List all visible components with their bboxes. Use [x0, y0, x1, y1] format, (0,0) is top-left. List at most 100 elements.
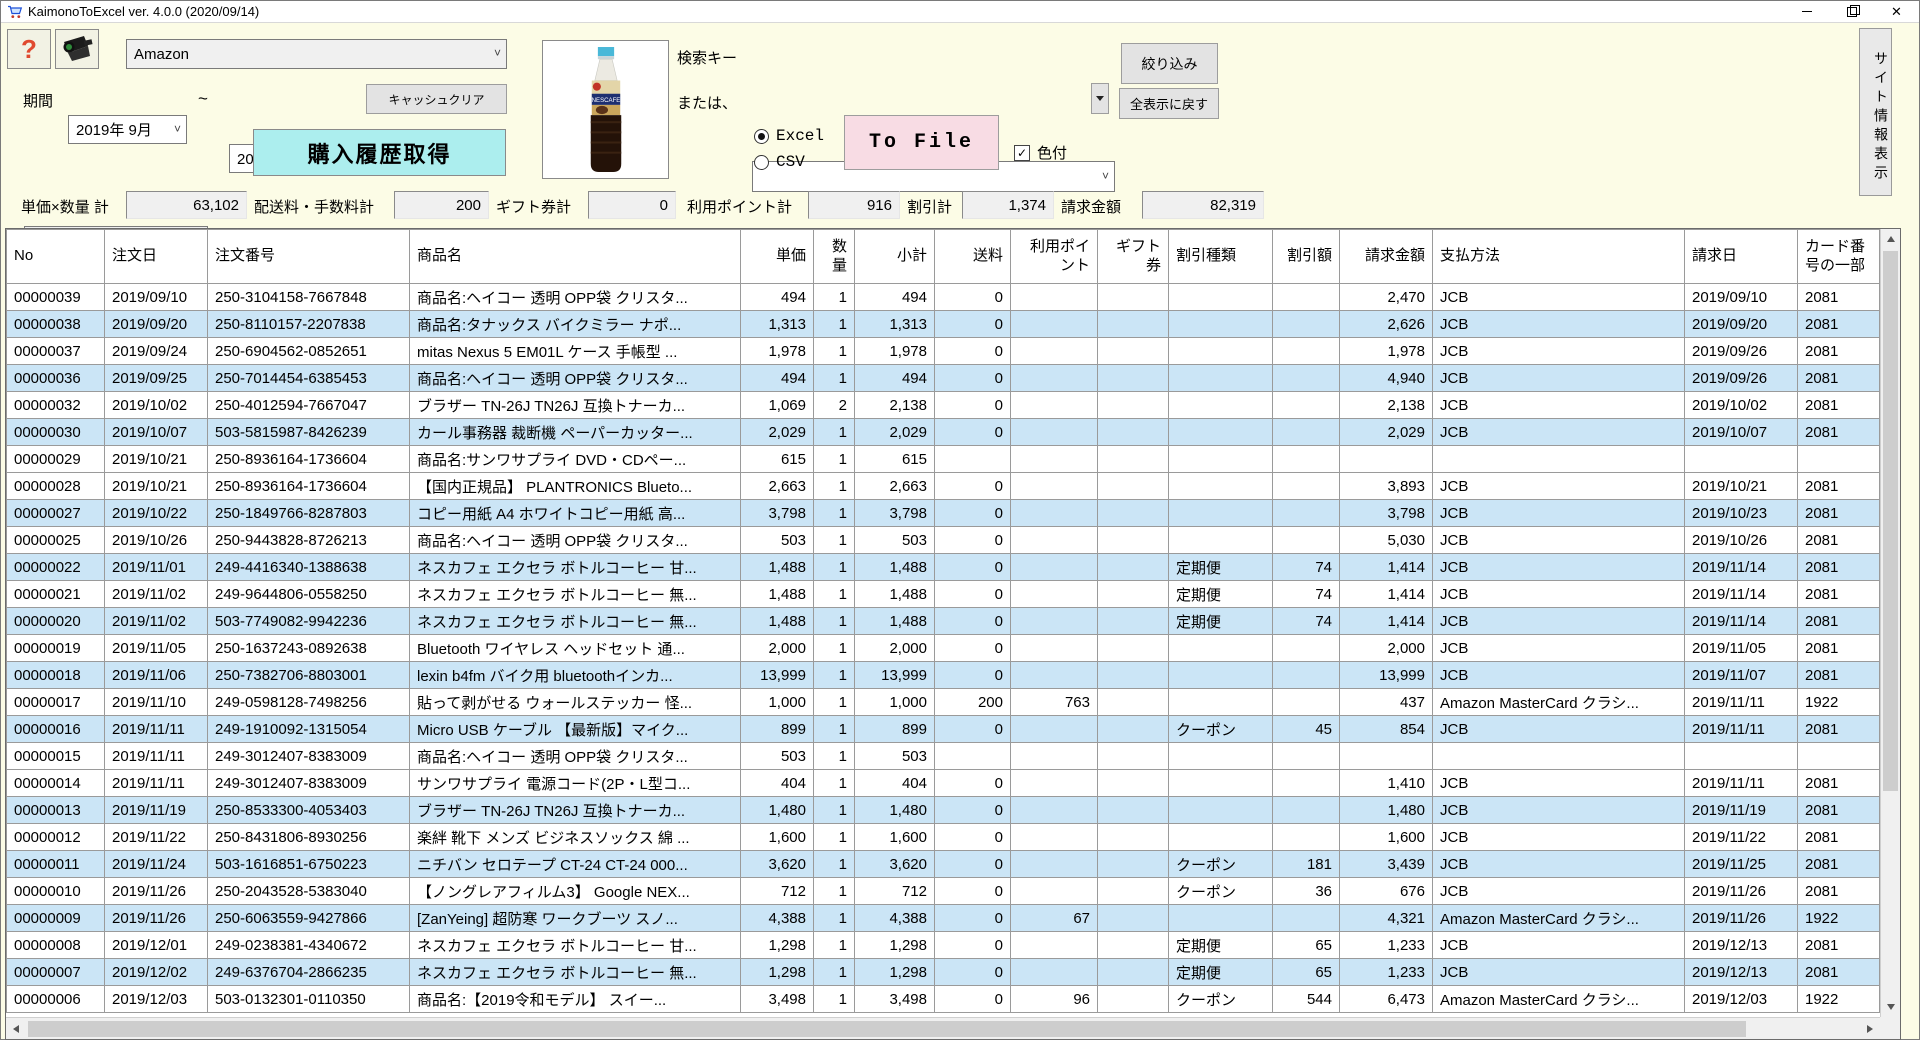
cell: JCB [1433, 716, 1685, 743]
scroll-right-button[interactable] [1860, 1018, 1880, 1039]
table-row[interactable]: 000000122019/11/22250-8431806-8930256楽絆 … [7, 824, 1880, 851]
radio-excel[interactable]: Excel [754, 127, 824, 145]
table-row[interactable]: 000000092019/11/26250-6063559-9427866[Za… [7, 905, 1880, 932]
table-row[interactable]: 000000362019/09/25250-7014454-6385453商品名… [7, 365, 1880, 392]
table-row[interactable]: 000000292019/10/21250-8936164-1736604商品名… [7, 446, 1880, 473]
cell: 2019/11/22 [1685, 824, 1798, 851]
column-header-11[interactable]: 割引額 [1273, 230, 1340, 284]
column-header-3[interactable]: 商品名 [410, 230, 741, 284]
table-row[interactable]: 000000252019/10/26250-9443828-8726213商品名… [7, 527, 1880, 554]
table-row[interactable]: 000000072019/12/02249-6376704-2866235ネスカ… [7, 959, 1880, 986]
cell: 2019/11/26 [105, 905, 208, 932]
table-row[interactable]: 000000392019/09/10250-3104158-7667848商品名… [7, 284, 1880, 311]
radio-csv[interactable]: CSV [754, 153, 805, 171]
column-header-7[interactable]: 送料 [935, 230, 1011, 284]
cell: 1 [814, 770, 855, 797]
cell: 2019/10/26 [105, 527, 208, 554]
cell: 1 [814, 959, 855, 986]
table-row[interactable]: 000000152019/11/11249-3012407-8383009商品名… [7, 743, 1880, 770]
column-header-10[interactable]: 割引種類 [1169, 230, 1273, 284]
table-row[interactable]: 000000172019/11/10249-0598128-7498256貼って… [7, 689, 1880, 716]
to-file-button[interactable]: To File [844, 115, 999, 170]
camera-button[interactable] [55, 29, 99, 69]
cell: 0 [935, 554, 1011, 581]
table-row[interactable]: 000000302019/10/07503-5815987-8426239カール… [7, 419, 1880, 446]
vertical-scroll-thumb[interactable] [1883, 251, 1898, 791]
cell: 定期便 [1169, 608, 1273, 635]
cell: 00000015 [7, 743, 105, 770]
cell: 1,480 [1340, 797, 1433, 824]
table-row[interactable]: 000000322019/10/02250-4012594-7667047ブラザ… [7, 392, 1880, 419]
table-row[interactable]: 000000112019/11/24503-1616851-6750223ニチバ… [7, 851, 1880, 878]
cell: 2081 [1798, 392, 1880, 419]
table-row[interactable]: 000000212019/11/02249-9644806-0558250ネスカ… [7, 581, 1880, 608]
table-row[interactable]: 000000282019/10/21250-8936164-1736604【国内… [7, 473, 1880, 500]
table-row[interactable]: 000000102019/11/26250-2043528-5383040【ノン… [7, 878, 1880, 905]
scroll-down-button[interactable] [1881, 997, 1900, 1017]
column-header-9[interactable]: ギフト券 [1098, 230, 1169, 284]
cell: 2019/09/24 [105, 338, 208, 365]
table-row[interactable]: 000000382019/09/20250-8110157-2207838商品名… [7, 311, 1880, 338]
column-header-15[interactable]: カード番号の一部 [1798, 230, 1880, 284]
cell: 2081 [1798, 500, 1880, 527]
cell: 00000017 [7, 689, 105, 716]
cell: 00000011 [7, 851, 105, 878]
table-row[interactable]: 000000182019/11/06250-7382706-8803001lex… [7, 662, 1880, 689]
cell: 2081 [1798, 608, 1880, 635]
colorize-checkbox[interactable]: ✓ 色付 [1014, 142, 1067, 163]
table-row[interactable]: 000000062019/12/03503-0132301-0110350商品名… [7, 986, 1880, 1013]
column-header-0[interactable]: No [7, 230, 105, 284]
cell: 1,978 [855, 338, 935, 365]
free-filter-dropdown-button[interactable] [1091, 83, 1109, 114]
filter-button[interactable]: 絞り込み [1121, 43, 1218, 84]
cell: ネスカフェ エクセラ ボトルコーヒー 甘... [410, 932, 741, 959]
cache-clear-button[interactable]: キャッシュクリア [366, 84, 507, 114]
horizontal-scroll-thumb[interactable] [28, 1021, 1746, 1037]
cell [1169, 824, 1273, 851]
cell: 定期便 [1169, 932, 1273, 959]
table-row[interactable]: 000000082019/12/01249-0238381-4340672ネスカ… [7, 932, 1880, 959]
window-title: KaimonoToExcel ver. 4.0.0 (2020/09/14) [28, 4, 259, 19]
table-row[interactable]: 000000202019/11/02503-7749082-9942236ネスカ… [7, 608, 1880, 635]
column-header-14[interactable]: 請求日 [1685, 230, 1798, 284]
horizontal-scrollbar[interactable] [6, 1017, 1880, 1039]
site-info-button[interactable]: サイト情報表示 [1859, 28, 1892, 196]
column-header-5[interactable]: 数量 [814, 230, 855, 284]
help-button[interactable]: ? [7, 29, 51, 69]
table-row[interactable]: 000000272019/10/22250-1849766-8287803コピー… [7, 500, 1880, 527]
table-row[interactable]: 000000192019/11/05250-1637243-0892638Blu… [7, 635, 1880, 662]
table-row[interactable]: 000000142019/11/11249-3012407-8383009サンワ… [7, 770, 1880, 797]
column-header-1[interactable]: 注文日 [105, 230, 208, 284]
vertical-scrollbar[interactable] [1880, 229, 1900, 1017]
column-header-2[interactable]: 注文番号 [208, 230, 410, 284]
cell: 181 [1273, 851, 1340, 878]
column-header-13[interactable]: 支払方法 [1433, 230, 1685, 284]
scroll-left-button[interactable] [6, 1018, 26, 1039]
cell [1098, 311, 1169, 338]
show-all-button[interactable]: 全表示に戻す [1119, 88, 1219, 119]
table-row[interactable]: 000000372019/09/24250-6904562-0852651mit… [7, 338, 1880, 365]
cell: 00000010 [7, 878, 105, 905]
cell [1098, 392, 1169, 419]
close-button[interactable]: ✕ [1874, 1, 1919, 22]
cell: 2081 [1798, 635, 1880, 662]
table-row[interactable]: 000000132019/11/19250-8533300-4053403ブラザ… [7, 797, 1880, 824]
restore-button[interactable] [1829, 1, 1874, 22]
column-header-4[interactable]: 単価 [741, 230, 814, 284]
help-icon: ? [21, 34, 37, 65]
scroll-up-button[interactable] [1881, 229, 1900, 249]
table-row[interactable]: 000000162019/11/11249-1910092-1315054Mic… [7, 716, 1880, 743]
cell: 2019/12/03 [105, 986, 208, 1013]
cell: 2081 [1798, 959, 1880, 986]
period-from-select[interactable]: 2019年 9月 ˅ [68, 115, 187, 144]
column-header-6[interactable]: 小計 [855, 230, 935, 284]
cell: 2019/11/19 [1685, 797, 1798, 824]
table-row[interactable]: 000000222019/11/01249-4416340-1388638ネスカ… [7, 554, 1880, 581]
site-select[interactable]: Amazon ˅ [126, 39, 507, 69]
cell: 2019/11/01 [105, 554, 208, 581]
fetch-history-button[interactable]: 購入履歴取得 [253, 129, 506, 176]
column-header-8[interactable]: 利用ポイント [1011, 230, 1098, 284]
cell: 00000038 [7, 311, 105, 338]
minimize-button[interactable] [1784, 1, 1829, 22]
column-header-12[interactable]: 請求金額 [1340, 230, 1433, 284]
